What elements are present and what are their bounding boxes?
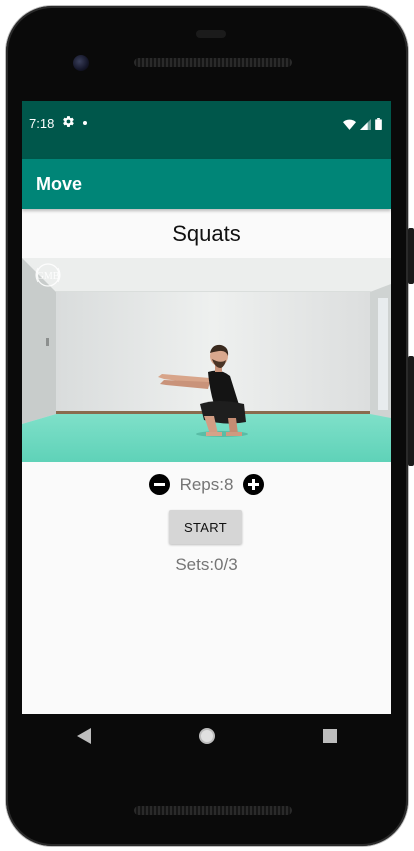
plus-circle-icon[interactable] [243, 474, 265, 495]
navigation-bar [22, 714, 391, 758]
wifi-icon [343, 117, 356, 135]
back-icon[interactable] [64, 716, 104, 756]
sets-label: Sets:0/3 [175, 555, 238, 574]
bottom-speaker [134, 806, 292, 815]
earpiece-speaker [134, 58, 292, 67]
app-title: Move [36, 173, 83, 194]
status-bar: 7:18 [22, 101, 391, 159]
front-camera [73, 55, 89, 71]
battery-icon [375, 117, 382, 135]
minus-circle-icon[interactable] [148, 474, 170, 495]
recents-icon[interactable] [310, 716, 350, 756]
gear-icon [62, 115, 75, 131]
reps-label: Reps:8 [179, 474, 234, 494]
power-button [408, 228, 414, 284]
status-time: 7:18 [29, 115, 55, 131]
notification-dot-icon [83, 121, 88, 125]
svg-text:GMB: GMB [37, 271, 60, 282]
volume-button [408, 356, 414, 466]
exercise-video[interactable]: GMB [22, 258, 391, 462]
squat-video-frame: GMB [22, 258, 391, 462]
top-sensor [196, 30, 226, 38]
screen: 7:18 Move Squats GMB Reps:8 START Sets:0… [22, 101, 391, 714]
exercise-title: Squats [172, 221, 241, 246]
start-button[interactable]: START [169, 510, 242, 544]
app-bar: Move [22, 159, 391, 209]
signal-icon [360, 117, 371, 135]
reps-row: Reps:8 [22, 474, 391, 495]
home-icon[interactable] [187, 716, 227, 756]
